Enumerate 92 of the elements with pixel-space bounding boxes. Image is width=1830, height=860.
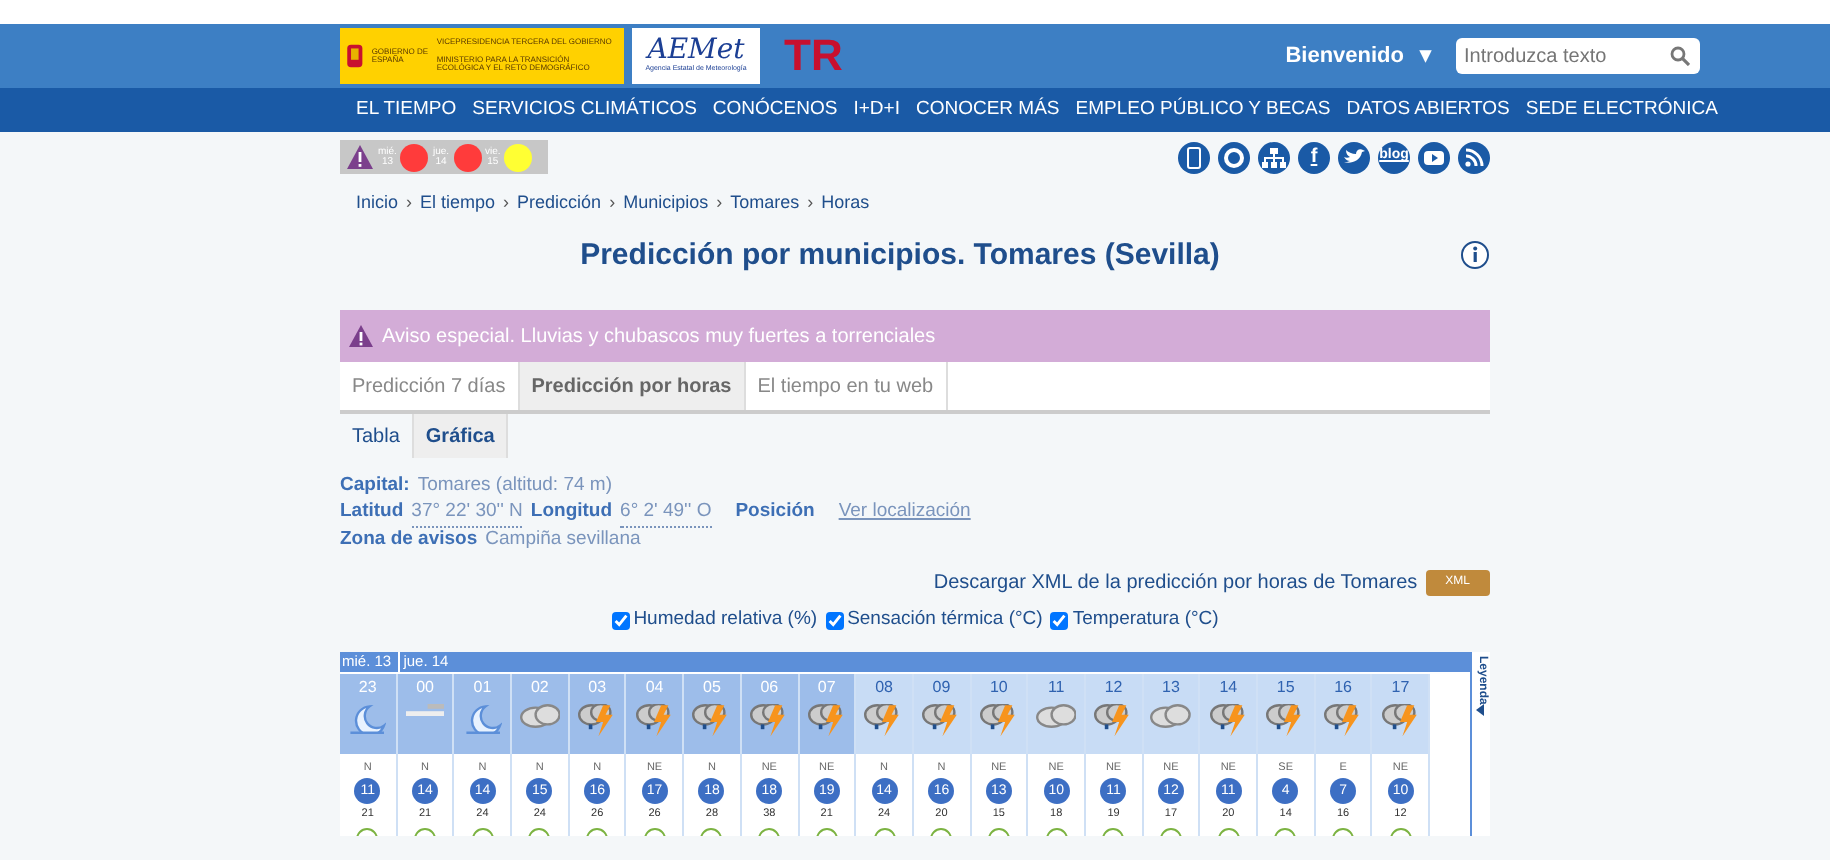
hour-label: 07 — [815, 675, 838, 700]
hour-label: 05 — [701, 675, 723, 700]
breadcrumb-link[interactable]: El tiempo — [420, 190, 496, 217]
checkbox-label: Sensación térmica (°C) — [847, 606, 1043, 635]
field-value: Campiña sevillana — [485, 527, 641, 550]
hour-label: 06 — [758, 675, 781, 700]
field-label: Posición — [735, 499, 815, 526]
nav-link[interactable]: EL TIEMPO — [356, 95, 457, 125]
nav-link[interactable]: SERVICIOS CLIMÁTICOS — [472, 95, 697, 125]
nav-link[interactable]: I+D+I — [853, 95, 900, 125]
hour-label: 11 — [1045, 675, 1067, 700]
breadcrumb-link[interactable]: Municipios — [623, 190, 709, 217]
moon-icon — [463, 703, 502, 735]
hour-label: 02 — [528, 675, 551, 700]
nav-link[interactable]: DATOS ABIERTOS — [1346, 95, 1510, 125]
sitemap-icon[interactable] — [1258, 141, 1290, 173]
nav-link[interactable]: EMPLEO PÚBLICO Y BECAS — [1075, 95, 1331, 125]
field-value: Tomares (altitud: 74 m) — [417, 474, 612, 496]
warning-text: Aviso especial. Lluvias y chubascos muy fuertes a torrenciales — [382, 323, 936, 351]
hour-label: 00 — [414, 675, 436, 700]
hour-label: 15 — [1274, 675, 1297, 700]
hour-label: 03 — [586, 675, 609, 700]
checkbox[interactable] — [1050, 612, 1069, 631]
field-value: 37° 22' 30'' N — [411, 499, 523, 528]
breadcrumb-separator: › — [609, 190, 616, 216]
storm-cloud-icon — [807, 703, 846, 737]
user-menu[interactable]: Bienvenido ▾ — [1285, 39, 1432, 73]
breadcrumb-link[interactable]: Tomares — [730, 190, 800, 217]
breadcrumb-link[interactable]: Inicio — [356, 190, 399, 217]
storm-cloud-icon — [1323, 703, 1363, 737]
bird-icon[interactable] — [1338, 141, 1370, 173]
caret-icon — [1476, 704, 1486, 717]
breadcrumb-separator: › — [406, 190, 413, 216]
cloud-icon — [519, 703, 561, 728]
field-label: Longitud — [530, 499, 613, 526]
play-icon[interactable] — [1418, 141, 1450, 173]
field-value: 6° 2' 49'' O — [620, 499, 712, 528]
search-icon — [1670, 46, 1690, 66]
breadcrumb-separator: › — [807, 190, 814, 216]
storm-cloud-icon — [692, 703, 732, 737]
storm-cloud-icon — [1209, 703, 1248, 737]
subtab[interactable]: Gráfica — [413, 414, 509, 458]
hour-label: 13 — [1160, 675, 1182, 700]
hour-label: 10 — [987, 675, 1010, 700]
breadcrumb-separator: › — [503, 190, 510, 216]
checkbox[interactable] — [611, 612, 630, 631]
tab[interactable]: Predicción por horas — [519, 362, 746, 410]
ring-icon[interactable] — [1218, 141, 1250, 173]
moon-icon — [348, 703, 387, 735]
info-icon[interactable] — [1460, 240, 1490, 271]
hour-label: 14 — [1217, 675, 1240, 700]
page-title: Predicción por municipios. Tomares (Sevilla) — [578, 235, 1222, 275]
hour-label: 04 — [643, 675, 666, 700]
breadcrumb-link[interactable]: Horas — [821, 190, 870, 217]
storm-cloud-icon — [979, 703, 1018, 737]
hour-label: 01 — [471, 675, 494, 700]
storm-cloud-icon — [750, 703, 789, 737]
storm-cloud-icon — [1094, 703, 1133, 737]
warning-icon — [346, 144, 374, 170]
hour-label: 09 — [930, 675, 953, 700]
hour-label: 23 — [356, 675, 379, 700]
cloud-icon — [1035, 703, 1077, 728]
storm-cloud-icon — [635, 703, 674, 737]
recovery-plan-logo: TR — [784, 34, 843, 78]
cloud-icon — [1150, 703, 1192, 728]
storm-cloud-icon — [1381, 703, 1420, 737]
fog-icon — [405, 703, 445, 716]
checkbox-label: Temperatura (°C) — [1072, 606, 1219, 635]
field-label: Capital: — [340, 474, 410, 496]
storm-cloud-icon — [1266, 703, 1305, 737]
search-field[interactable]: Introduzca texto — [1456, 38, 1700, 74]
feed-icon[interactable] — [1458, 141, 1490, 173]
nav-link[interactable]: CONÓCENOS — [712, 95, 838, 125]
social-link[interactable]: f — [1298, 141, 1330, 173]
nav-link[interactable]: CONOCER MÁS — [915, 95, 1060, 125]
hour-label: 08 — [873, 675, 895, 700]
breadcrumb-link[interactable]: Predicción — [517, 190, 602, 217]
hour-label: 17 — [1389, 675, 1412, 700]
nav-link[interactable]: SEDE ELECTRÓNICA — [1525, 95, 1718, 125]
field-label: Latitud — [340, 499, 404, 526]
storm-cloud-icon — [864, 703, 904, 737]
hour-label: 12 — [1102, 675, 1125, 700]
hour-label: 16 — [1332, 675, 1354, 700]
breadcrumb-separator: › — [716, 190, 723, 216]
storm-cloud-icon — [578, 703, 617, 737]
checkbox[interactable] — [825, 612, 844, 631]
download-link[interactable]: Descargar XML de la predicción por horas de Tomares — [933, 568, 1418, 599]
mobile-icon[interactable] — [1178, 141, 1210, 173]
checkbox-label: Humedad relativa (%) — [633, 606, 818, 635]
warning-icon — [348, 324, 374, 348]
field-label: Zona de avisos — [340, 527, 478, 550]
storm-cloud-icon — [922, 703, 961, 737]
